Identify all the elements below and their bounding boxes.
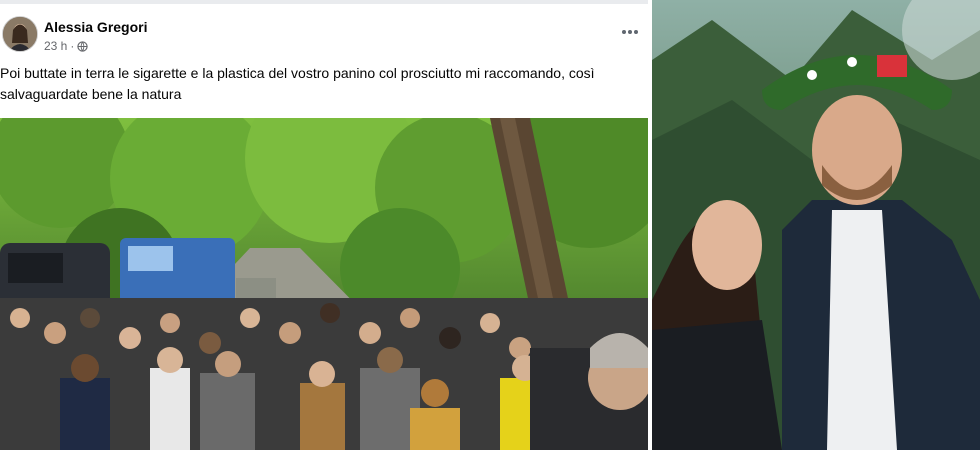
post-text-line-2: salvaguardate bene la natura	[0, 86, 182, 102]
facebook-post-panel: Alessia Gregori 23 h · Poi buttate in te…	[0, 0, 648, 450]
author-name[interactable]: Alessia Gregori	[44, 19, 148, 35]
post-header: Alessia Gregori 23 h ·	[0, 10, 648, 60]
top-strip	[0, 0, 648, 4]
post-photo-crowd-in-forest[interactable]	[0, 118, 648, 450]
more-options-icon[interactable]	[618, 24, 642, 40]
photo-graduation-couple[interactable]	[652, 0, 980, 450]
post-time[interactable]: 23 h	[44, 39, 67, 53]
meta-separator: ·	[70, 39, 75, 53]
globe-icon	[77, 40, 89, 52]
post-text-line-1: Poi buttate in terra le sigarette e la p…	[0, 65, 595, 81]
post-text: Poi buttate in terra le sigarette e la p…	[0, 63, 640, 105]
post-meta: 23 h ·	[44, 39, 89, 53]
author-avatar[interactable]	[2, 16, 38, 52]
